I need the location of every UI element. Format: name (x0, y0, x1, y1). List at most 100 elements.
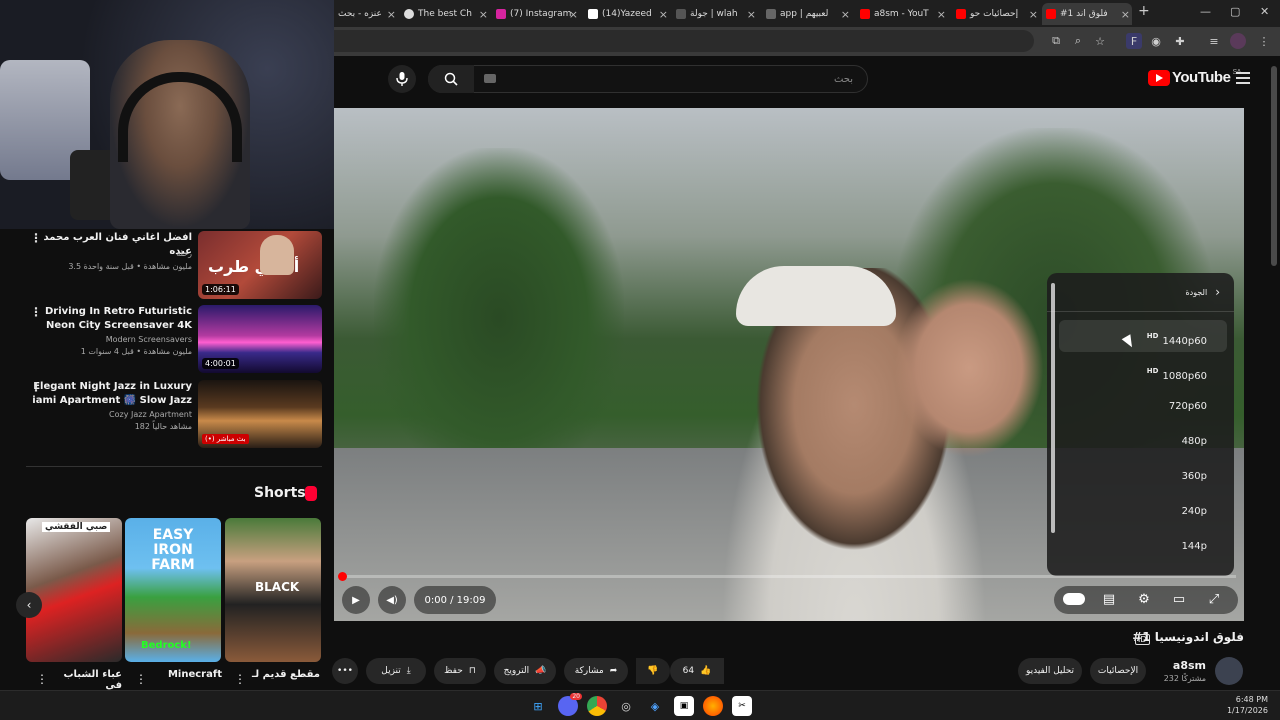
more-options-icon[interactable]: ⋮ (234, 672, 246, 686)
discord-icon[interactable]: 20 (558, 693, 582, 716)
browser-tab[interactable]: (14)Yazeed × (584, 3, 670, 25)
app-icon[interactable]: ✂ (732, 696, 752, 716)
tab-close-icon[interactable]: × (841, 8, 850, 21)
tab-close-icon[interactable]: × (937, 8, 946, 21)
browser-tab[interactable]: (7) Instagram × (492, 3, 580, 25)
obs-icon[interactable]: ◎ (616, 696, 636, 716)
browser-tab[interactable]: a8sm - YouT × (856, 3, 948, 25)
youtube-logo[interactable]: YouTube SA (1148, 69, 1241, 86)
recommendation-item[interactable]: 4:00:01 Driving In Retro Futuristic Neon… (26, 305, 322, 373)
browser-app-icon[interactable]: ◈ (645, 696, 665, 716)
more-options-icon[interactable]: ⋮ (30, 381, 42, 393)
tab-close-icon[interactable]: × (1121, 8, 1130, 21)
analytics-button[interactable]: تحليل الفيديو (1018, 658, 1082, 684)
short-thumbnail[interactable]: EASY IRON FARM Bedrock! (125, 518, 221, 662)
subtitles-icon[interactable]: ▤ (1100, 592, 1118, 608)
hamburger-menu-icon[interactable] (1236, 72, 1250, 84)
quality-option[interactable]: 360p (1059, 461, 1227, 493)
close-window-icon[interactable]: ✕ (1260, 5, 1269, 18)
new-tab-button[interactable]: + (1138, 3, 1150, 19)
fullscreen-icon[interactable]: ⤢ (1205, 592, 1223, 608)
tab-close-icon[interactable]: × (387, 8, 396, 21)
share-button[interactable]: مشاركة ➦ (564, 658, 628, 684)
browser-tab[interactable]: The best Ch × (400, 3, 490, 25)
channel-name[interactable]: Modern Screensavers (106, 335, 192, 344)
bookmark-star-icon[interactable]: ☆ (1092, 33, 1108, 49)
quality-menu-scrollbar[interactable] (1051, 283, 1055, 533)
tab-close-icon[interactable]: × (1029, 8, 1038, 21)
restore-icon[interactable]: ▢ (1230, 5, 1240, 18)
minimize-icon[interactable]: — (1200, 5, 1211, 18)
recommendation-item[interactable]: (•) بث مباشر Elegant Night Jazz in Luxur… (26, 380, 322, 448)
quality-option[interactable]: 480p (1059, 426, 1227, 458)
stats-button[interactable]: الإحصائيات (1090, 658, 1146, 684)
shorts-previous-button[interactable]: ‹ (16, 592, 42, 618)
quality-option[interactable]: 240p (1059, 496, 1227, 528)
channel-avatar[interactable] (1215, 657, 1243, 685)
browser-tab[interactable]: عنزه - بحث × (334, 3, 398, 25)
page-scrollbar[interactable] (1268, 56, 1280, 690)
channel-name-main[interactable]: a8sm (1150, 659, 1206, 672)
media-control-icon[interactable]: ≡ (1206, 33, 1222, 49)
browser-menu-icon[interactable]: ⋮ (1256, 33, 1272, 49)
more-options-icon[interactable]: ⋮ (30, 306, 42, 318)
address-bar[interactable] (334, 30, 1034, 52)
video-title[interactable]: Driving In Retro Futuristic Neon City Sc… (32, 305, 192, 333)
short-title[interactable]: عباء الشباب في (46, 669, 122, 691)
recommendation-item[interactable]: أغاني طرب 1:06:11 افضل اغاني فنان العرب … (26, 231, 322, 299)
extension-icon[interactable]: ◉ (1148, 33, 1164, 49)
short-thumbnail[interactable]: صبي الفقشي (26, 518, 122, 662)
profile-avatar-icon[interactable] (1230, 33, 1246, 49)
promote-button[interactable]: الترويج 📣 (494, 658, 556, 684)
volume-button[interactable]: ◀) (378, 586, 406, 614)
windows-start-icon[interactable]: ⊞ (528, 696, 548, 716)
channel-name[interactable]: رحلة (176, 249, 192, 258)
settings-gear-icon[interactable]: ⚙ (1135, 592, 1153, 608)
tab-close-icon[interactable]: × (659, 8, 668, 21)
save-button[interactable]: حفظ ⊓ (434, 658, 486, 684)
extension-icon[interactable]: F (1126, 33, 1142, 49)
channel-name[interactable]: Cozy Jazz Apartment (109, 410, 192, 419)
play-button[interactable]: ▶ (342, 586, 370, 614)
tab-close-icon[interactable]: × (569, 8, 578, 21)
short-title[interactable]: Minecraft (146, 669, 222, 680)
more-options-icon[interactable]: ⋮ (36, 672, 48, 686)
tab-close-icon[interactable]: × (747, 8, 756, 21)
more-options-icon[interactable]: ⋮ (30, 232, 42, 244)
like-button[interactable]: 64 👍 (670, 658, 724, 684)
video-title[interactable]: Elegant Night Jazz in Luxury iami Apartm… (32, 380, 192, 408)
quality-option[interactable]: HD 1440p60 (1059, 320, 1227, 352)
video-title[interactable]: افضل اغاني فنان العرب محمد عبده (32, 231, 192, 259)
video-thumbnail[interactable]: (•) بث مباشر (198, 380, 322, 448)
firefox-icon[interactable] (703, 696, 723, 716)
browser-tab[interactable]: app | لعبيهم × (762, 3, 852, 25)
progress-bar[interactable] (342, 575, 1236, 578)
keyboard-icon[interactable] (484, 74, 496, 83)
zoom-icon[interactable]: ⌕ (1070, 33, 1086, 49)
extensions-puzzle-icon[interactable]: ✚ (1172, 33, 1188, 49)
more-options-icon[interactable]: ⋮ (135, 672, 147, 686)
capcut-icon[interactable]: ▣ (674, 696, 694, 716)
search-button[interactable] (428, 65, 474, 93)
theater-mode-icon[interactable]: ▭ (1170, 592, 1188, 608)
scrollbar-thumb[interactable] (1271, 66, 1277, 266)
video-thumbnail[interactable]: 4:00:01 (198, 305, 322, 373)
voice-search-button[interactable] (388, 65, 416, 93)
quality-option[interactable]: 144p (1059, 531, 1227, 563)
browser-tab[interactable]: جولة | wlah × (672, 3, 758, 25)
browser-tab[interactable]: إحصائيات حو × (952, 3, 1040, 25)
quality-option[interactable]: HD 1080p60 (1059, 355, 1227, 387)
more-actions-button[interactable]: ••• (332, 658, 358, 684)
video-player[interactable]: الجودة › HD 1440p60 HD 1080p60 720p60 480p… (334, 108, 1244, 621)
short-title[interactable]: مقطع قديم لـ (244, 669, 320, 680)
autoplay-toggle[interactable] (1063, 592, 1085, 608)
dislike-button[interactable]: 👎 (636, 658, 670, 684)
download-button[interactable]: تنزيل ⤓ (366, 658, 426, 684)
progress-scrubber[interactable] (338, 572, 347, 581)
quality-menu-header[interactable]: الجودة › (1185, 285, 1220, 299)
quality-option[interactable]: 720p60 (1059, 391, 1227, 423)
install-app-icon[interactable]: ⧉ (1048, 33, 1064, 49)
short-thumbnail[interactable]: BLACK (225, 518, 321, 662)
system-clock[interactable]: 6:48 PM 1/17/2026 (1222, 694, 1268, 716)
tab-close-icon[interactable]: × (479, 8, 488, 21)
